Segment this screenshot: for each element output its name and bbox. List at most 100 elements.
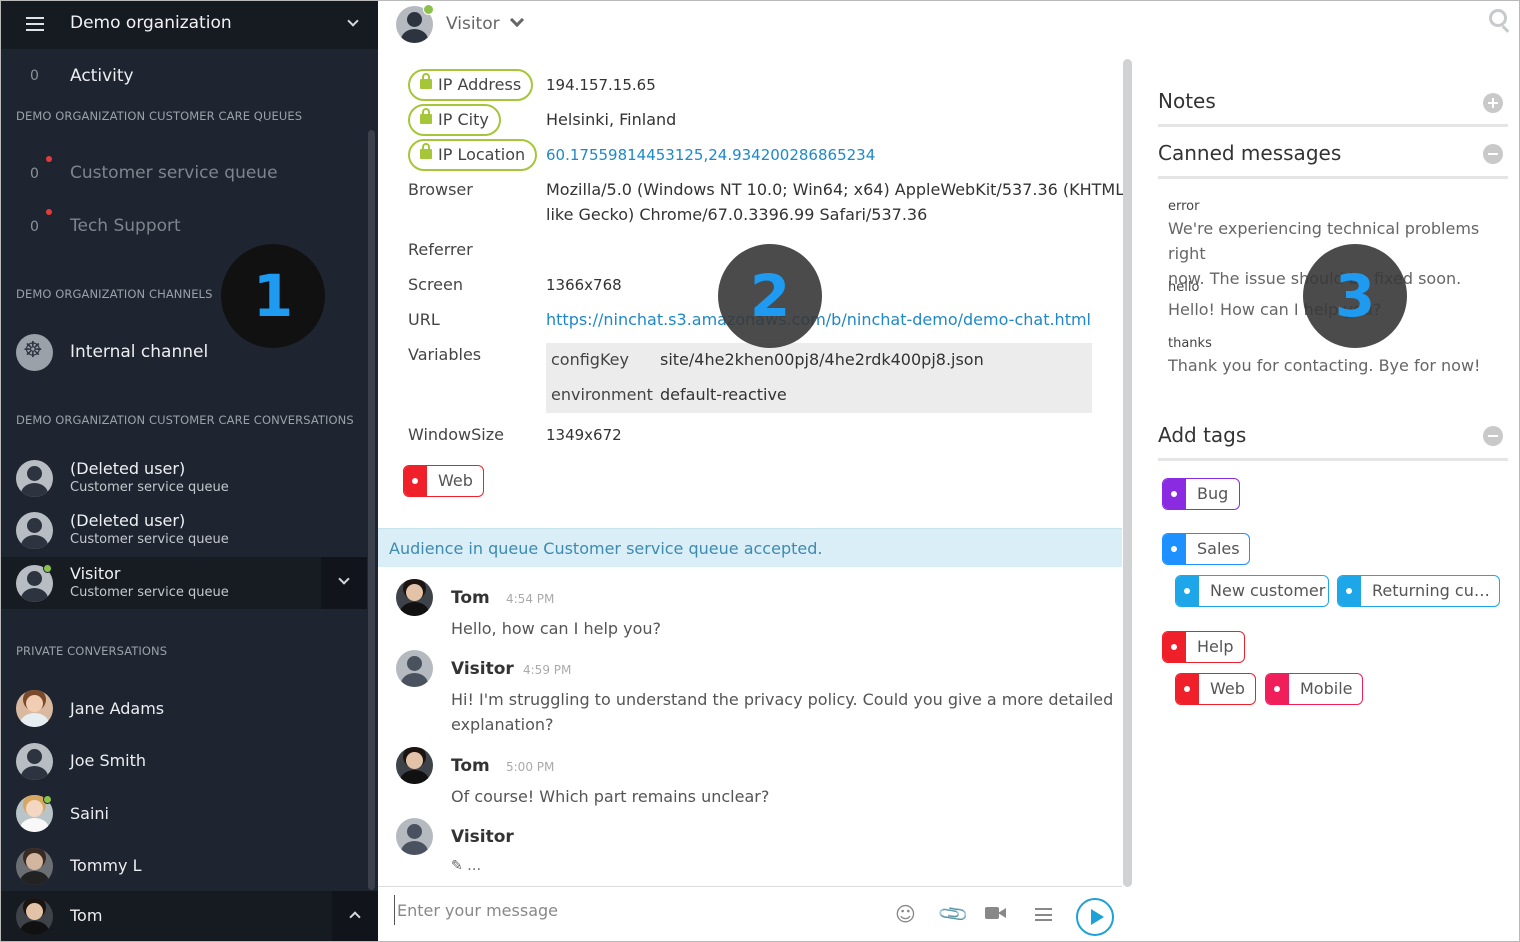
sidebar-item-internal-channel[interactable]: Internal channel xyxy=(70,342,208,362)
queue-count: 0 xyxy=(30,166,39,182)
screen-value: 1366x768 xyxy=(546,276,622,294)
variable-value: default-reactive xyxy=(660,385,787,404)
menu-icon[interactable] xyxy=(1035,908,1052,921)
current-user-name: Tom xyxy=(70,906,103,925)
queue-count: 0 xyxy=(30,219,39,235)
private-conversation-name[interactable]: Joe Smith xyxy=(70,751,146,770)
lock-icon xyxy=(420,73,432,89)
tag-color-swatch xyxy=(1266,674,1289,704)
conversation-queue: Customer service queue xyxy=(70,585,229,600)
user-menu-button[interactable] xyxy=(332,891,378,942)
callout-badge-2: 2 xyxy=(718,244,822,348)
notes-title[interactable]: Notes xyxy=(1158,89,1216,113)
minus-circle-icon[interactable] xyxy=(1483,144,1503,164)
message-text: Hi! I'm struggling to understand the pri… xyxy=(451,690,1114,709)
tag-color-swatch xyxy=(1163,479,1186,509)
sidebar-item-tech-support[interactable]: Tech Support xyxy=(70,216,181,236)
canned-message-key: thanks xyxy=(1168,336,1212,351)
sidebar-item-customer-service-queue[interactable]: Customer service queue xyxy=(70,163,278,183)
lock-icon xyxy=(420,108,432,124)
search-icon[interactable] xyxy=(1489,9,1507,27)
info-scrollbar[interactable] xyxy=(1123,59,1132,887)
variable-value: site/4he2khen00pj8/4he2rdk400pj8.json xyxy=(660,350,984,369)
conversation-name[interactable]: (Deleted user) xyxy=(70,459,185,478)
ip-location-link[interactable]: 60.17559814453125,24.934200286865234 xyxy=(546,146,875,164)
visitor-name[interactable]: Visitor xyxy=(446,14,500,34)
activity-count: 0 xyxy=(30,68,39,84)
tag-returning-customer[interactable]: Returning cu… xyxy=(1337,575,1500,607)
paperclip-icon[interactable]: 📎 xyxy=(936,897,971,931)
tag-label: Sales xyxy=(1197,539,1240,558)
private-conversation-name[interactable]: Tommy L xyxy=(70,856,141,875)
private-conversation-name[interactable]: Saini xyxy=(70,804,109,823)
tag-mobile[interactable]: Mobile xyxy=(1265,673,1363,705)
tag-help[interactable]: Help xyxy=(1162,631,1245,663)
conversation-name[interactable]: (Deleted user) xyxy=(70,511,185,530)
send-button[interactable] xyxy=(1076,898,1114,936)
chevron-down-icon[interactable] xyxy=(347,15,359,27)
conversation-expand-button[interactable] xyxy=(321,557,367,609)
plus-circle-icon[interactable] xyxy=(1483,93,1503,113)
sidebar-scrollbar[interactable] xyxy=(368,130,375,890)
queue-accepted-notice: Audience in queue Customer service queue… xyxy=(378,528,1122,567)
ip-address-label: IP Address xyxy=(408,69,534,101)
screen-label: Screen xyxy=(408,275,464,294)
message-time: 5:00 PM xyxy=(506,760,555,774)
conversation-name[interactable]: Visitor xyxy=(70,564,120,583)
avatar xyxy=(396,818,433,855)
tag-new-customer[interactable]: New customer xyxy=(1175,575,1329,607)
tag-bug[interactable]: Bug xyxy=(1162,478,1240,510)
referrer-label: Referrer xyxy=(408,240,473,259)
minus-circle-icon[interactable] xyxy=(1483,426,1503,446)
avatar xyxy=(16,690,53,727)
sidebar-item-activity[interactable]: Activity xyxy=(70,66,134,86)
smiley-icon[interactable]: ☺ xyxy=(895,902,916,926)
chevron-down-icon xyxy=(338,573,350,585)
avatar xyxy=(16,460,53,497)
active-conversation-row[interactable] xyxy=(0,557,367,609)
message-input[interactable] xyxy=(394,895,864,925)
tag-color-swatch xyxy=(1163,632,1186,662)
tag-label: New customer xyxy=(1210,581,1326,600)
hamburger-icon[interactable] xyxy=(26,17,44,31)
browser-label: Browser xyxy=(408,180,473,199)
conversation-queue: Customer service queue xyxy=(70,480,229,495)
windowsize-value: 1349x672 xyxy=(546,426,622,444)
variable-key: environment xyxy=(551,385,653,404)
conversations-heading: DEMO ORGANIZATION CUSTOMER CARE CONVERSA… xyxy=(16,413,354,427)
divider xyxy=(1158,124,1508,127)
lock-icon xyxy=(420,143,432,159)
ip-location-label: IP Location xyxy=(408,139,538,171)
notice-text: Audience in queue Customer service queue… xyxy=(389,539,823,558)
message-time: 4:59 PM xyxy=(523,663,572,677)
browser-value-line: Mozilla/5.0 (Windows NT 10.0; Win64; x64… xyxy=(546,180,1130,199)
channels-heading: DEMO ORGANIZATION CHANNELS xyxy=(16,287,213,301)
conversation-tag[interactable]: Web xyxy=(403,465,484,497)
callout-badge-1: 1 xyxy=(221,244,325,348)
avatar xyxy=(16,848,53,885)
current-user-bar[interactable] xyxy=(0,891,378,942)
canned-message-line: Thank you for contacting. Bye for now! xyxy=(1168,356,1481,375)
chevron-up-icon xyxy=(349,911,361,923)
ip-city-label: IP City xyxy=(408,104,501,136)
avatar xyxy=(16,898,53,935)
variable-key: configKey xyxy=(551,350,629,369)
message-composer: ☺ 📎 xyxy=(378,886,1122,942)
add-tags-title[interactable]: Add tags xyxy=(1158,423,1246,447)
message-time: 4:54 PM xyxy=(506,592,555,606)
private-conversation-name[interactable]: Jane Adams xyxy=(70,699,164,718)
video-icon[interactable] xyxy=(985,907,1006,919)
org-switcher[interactable]: Demo organization xyxy=(0,0,378,49)
tag-web[interactable]: Web xyxy=(1175,673,1256,705)
ip-city-value: Helsinki, Finland xyxy=(546,110,677,129)
message-author: Visitor xyxy=(451,659,514,679)
canned-messages-title[interactable]: Canned messages xyxy=(1158,141,1341,165)
avatar xyxy=(396,579,433,616)
canned-message[interactable]: Thank you for contacting. Bye for now! xyxy=(1168,353,1503,378)
unread-dot xyxy=(46,209,52,215)
conversation-queue: Customer service queue xyxy=(70,532,229,547)
avatar xyxy=(396,747,433,784)
tag-sales[interactable]: Sales xyxy=(1162,533,1250,565)
online-indicator xyxy=(43,564,52,573)
message-author: Tom xyxy=(451,588,490,608)
